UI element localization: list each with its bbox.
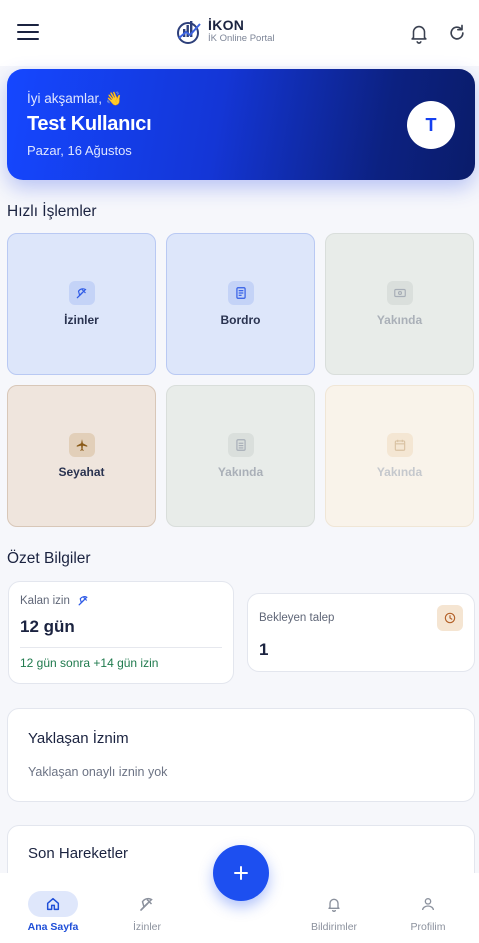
recent-activity-title: Son Hareketler — [28, 845, 129, 862]
upcoming-leave-title: Yaklaşan İznim — [28, 730, 129, 747]
quick-action-label: Yakında — [217, 465, 264, 479]
nav-item-home[interactable]: Ana Sayfa — [23, 891, 83, 933]
top-app-bar: İKON İK Online Portal — [0, 0, 479, 66]
avatar[interactable]: T — [407, 101, 455, 149]
quick-action-leaves[interactable]: İzinler — [7, 233, 156, 375]
leave-icon — [78, 596, 88, 606]
greeting-text: İyi akşamlar, 👋 — [27, 91, 123, 106]
quick-action-label: Seyahat — [58, 465, 105, 479]
airplane-icon — [68, 433, 95, 457]
current-date: Pazar, 16 Ağustos — [27, 143, 132, 158]
plus-icon — [234, 866, 248, 880]
quick-action-label: Yakında — [376, 465, 423, 479]
leave-accrual-note: 12 gün sonra +14 gün izin — [20, 656, 159, 670]
brand-logo-icon — [177, 21, 201, 44]
nav-item-profile[interactable]: Profilim — [398, 891, 458, 933]
add-request-fab[interactable] — [213, 845, 269, 901]
clock-icon — [437, 605, 463, 631]
quick-action-coming-soon-2: Yakında — [166, 385, 315, 527]
user-name: Test Kullanıcı — [27, 113, 152, 135]
quick-action-coming-soon-1: Yakında — [325, 233, 474, 375]
remaining-leave-label-row: Kalan izin — [20, 594, 90, 607]
quick-action-travel[interactable]: Seyahat — [7, 385, 156, 527]
quick-action-payroll[interactable]: Bordro — [166, 233, 315, 375]
brand-subtitle: İK Online Portal — [208, 32, 275, 44]
quick-action-label: İzinler — [64, 313, 99, 327]
hamburger-icon-line — [17, 31, 39, 33]
quick-actions-title: Hızlı İşlemler — [7, 203, 97, 220]
payroll-icon — [227, 281, 254, 305]
pending-requests-label: Bekleyen talep — [259, 612, 335, 624]
quick-action-label: Bordro — [220, 313, 261, 327]
remaining-leave-label: Kalan izin — [20, 594, 70, 607]
brand: İKON İK Online Portal — [174, 16, 275, 46]
pending-requests-card[interactable]: Bekleyen talep 1 — [247, 593, 475, 672]
leave-icon — [122, 891, 172, 917]
leave-icon — [68, 281, 95, 305]
quick-action-label: Yakında — [376, 313, 423, 327]
nav-item-leaves[interactable]: İzinler — [117, 891, 177, 933]
hamburger-icon-line — [17, 38, 39, 40]
hamburger-icon — [17, 24, 39, 26]
home-icon — [28, 891, 78, 917]
upcoming-leave-empty-text: Yaklaşan onaylı iznin yok — [28, 765, 168, 779]
calendar-icon — [386, 433, 413, 457]
notification-bell-icon[interactable] — [408, 22, 430, 44]
brand-title: İKON — [208, 16, 245, 33]
menu-button[interactable] — [17, 24, 39, 42]
divider — [20, 647, 222, 648]
nav-label: İzinler — [132, 921, 161, 933]
remaining-leave-card[interactable]: Kalan izin 12 gün 12 gün sonra +14 gün i… — [8, 581, 234, 684]
document-icon — [227, 433, 254, 457]
nav-item-notifications[interactable]: Bildirimler — [304, 891, 364, 933]
nav-label: Ana Sayfa — [27, 921, 79, 933]
nav-label: Bildirimler — [310, 921, 358, 933]
quick-action-coming-soon-3: Yakında — [325, 385, 474, 527]
nav-label: Profilim — [410, 921, 446, 933]
greeting-card: İyi akşamlar, 👋 Test Kullanıcı Pazar, 16… — [7, 69, 475, 180]
pending-requests-value: 1 — [259, 640, 269, 659]
money-icon — [386, 281, 413, 305]
remaining-leave-value: 12 gün — [20, 617, 75, 636]
upcoming-leave-card: Yaklaşan İznim Yaklaşan onaylı iznin yok — [7, 708, 475, 802]
summary-title: Özet Bilgiler — [7, 550, 91, 567]
bell-icon — [309, 891, 359, 917]
refresh-icon[interactable] — [447, 23, 467, 43]
user-icon — [403, 891, 453, 917]
